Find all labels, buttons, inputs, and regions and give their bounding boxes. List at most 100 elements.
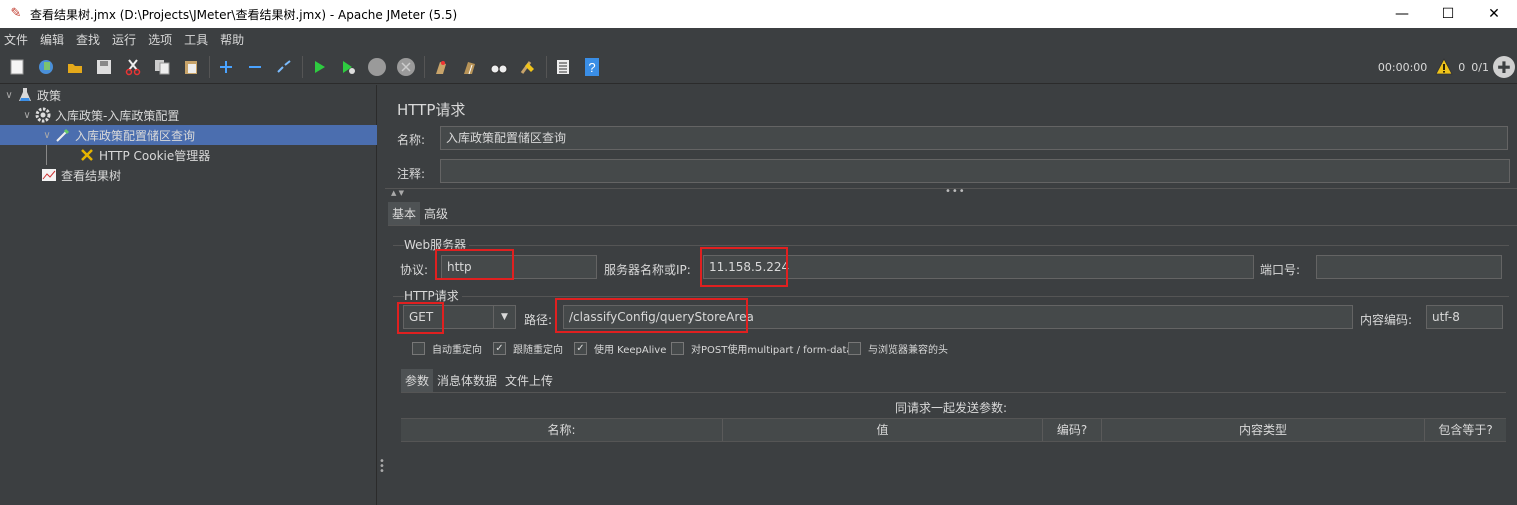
- minimize-button[interactable]: —: [1379, 0, 1425, 28]
- toolbar: ? 00:00:00 0 0/1 ✚: [0, 50, 1517, 84]
- toolbar-separator: [209, 55, 210, 78]
- http-request-group-border: [393, 296, 1509, 297]
- save-icon[interactable]: [93, 56, 115, 78]
- toggle-icon[interactable]: [273, 56, 295, 78]
- tab-body-data[interactable]: 消息体数据: [433, 369, 501, 392]
- copy-icon[interactable]: [151, 56, 173, 78]
- menu-search[interactable]: 查找: [76, 31, 107, 48]
- protocol-label: 协议:: [400, 263, 429, 277]
- tab-files-upload[interactable]: 文件上传: [501, 369, 557, 392]
- server-label: 服务器名称或IP:: [604, 263, 691, 277]
- comment-field[interactable]: [440, 159, 1510, 183]
- checkbox-box[interactable]: [671, 342, 684, 355]
- encoding-field[interactable]: utf-8: [1426, 305, 1503, 329]
- maximize-button[interactable]: ☐: [1425, 0, 1471, 28]
- tree-item-http-sampler[interactable]: ∨ 入库政策配置储区查询: [0, 125, 377, 145]
- clear-all-icon[interactable]: [459, 56, 481, 78]
- encoding-label: 内容编码:: [1360, 313, 1413, 327]
- port-label: 端口号:: [1260, 263, 1301, 277]
- auto-redirect-checkbox[interactable]: 自动重定向: [412, 341, 482, 356]
- checkbox-box[interactable]: [412, 342, 425, 355]
- warning-count: 0: [1458, 60, 1466, 74]
- menu-options[interactable]: 选项: [148, 31, 179, 48]
- shutdown-icon[interactable]: [395, 56, 417, 78]
- http-request-panel: HTTP请求 名称: 入库政策配置储区查询 注释: ▲ ▼ ••• 基本 高级 …: [385, 85, 1517, 505]
- open-icon[interactable]: [64, 56, 86, 78]
- sub-tab-divider: [401, 392, 1506, 393]
- tab-parameters[interactable]: 参数: [401, 369, 434, 392]
- checkbox-box[interactable]: [848, 342, 861, 355]
- column-header-name[interactable]: 名称:: [401, 419, 723, 441]
- tab-basic[interactable]: 基本: [388, 202, 421, 225]
- web-server-group-border: [393, 245, 1509, 246]
- chevron-down-icon[interactable]: ∨: [20, 110, 34, 121]
- warning-icon[interactable]: [1435, 58, 1453, 76]
- column-header-value[interactable]: 值: [723, 419, 1043, 441]
- config-tabs: 基本 高级: [388, 202, 452, 225]
- menu-file[interactable]: 文件: [4, 31, 35, 48]
- port-field[interactable]: [1316, 255, 1502, 279]
- method-highlight: [397, 302, 444, 334]
- tree-connector-line: [46, 145, 47, 165]
- panel-splitter[interactable]: • • •: [378, 85, 385, 505]
- start-icon[interactable]: [308, 56, 330, 78]
- jmeter-feather-icon: ✎: [10, 6, 22, 21]
- chevron-down-icon[interactable]: ∨: [40, 130, 54, 141]
- reset-search-icon[interactable]: [517, 56, 539, 78]
- cut-icon[interactable]: [122, 56, 144, 78]
- tree-item-test-plan[interactable]: ∨ 政策: [2, 85, 61, 105]
- test-plan-tree: ∨ 政策 ∨ 入库政策-入库政策配置 ∨ 入库政策配置储区查询 HTTP Coo…: [0, 85, 377, 505]
- name-label: 名称:: [397, 133, 426, 147]
- menu-run[interactable]: 运行: [112, 31, 143, 48]
- tree-item-thread-group[interactable]: ∨ 入库政策-入库政策配置: [20, 105, 179, 125]
- function-helper-icon[interactable]: [552, 56, 574, 78]
- multipart-checkbox[interactable]: 对POST使用multipart / form-data: [671, 341, 853, 356]
- panel-title: HTTP请求: [397, 101, 466, 119]
- menu-tools[interactable]: 工具: [184, 31, 215, 48]
- chevron-down-icon[interactable]: ▼: [493, 306, 515, 328]
- menu-help[interactable]: 帮助: [220, 31, 251, 48]
- expand-icon[interactable]: [215, 56, 237, 78]
- search-icon[interactable]: [488, 56, 510, 78]
- close-button[interactable]: ✕: [1471, 0, 1517, 28]
- title-bar: ✎ 查看结果树.jmx (D:\Projects\JMeter\查看结果树.jm…: [0, 0, 1517, 28]
- path-label: 路径:: [524, 313, 553, 327]
- toolbar-separator: [424, 55, 425, 78]
- column-header-encode[interactable]: 编码?: [1043, 419, 1102, 441]
- tree-item-results-tree[interactable]: 查看结果树: [40, 165, 121, 185]
- tab-advanced[interactable]: 高级: [420, 202, 452, 225]
- collapse-arrows-icon[interactable]: ▲ ▼: [391, 189, 404, 197]
- toolbar-separator: [302, 55, 303, 78]
- chart-icon: [40, 166, 58, 184]
- menu-edit[interactable]: 编辑: [40, 31, 71, 48]
- stop-icon[interactable]: [366, 56, 388, 78]
- name-field[interactable]: 入库政策配置储区查询: [440, 126, 1508, 150]
- templates-icon[interactable]: [35, 56, 57, 78]
- paste-icon[interactable]: [180, 56, 202, 78]
- active-threads: 0/1: [1471, 60, 1489, 74]
- elapsed-time: 00:00:00: [1377, 60, 1428, 74]
- tree-item-cookie-manager[interactable]: HTTP Cookie管理器: [78, 145, 210, 165]
- column-header-content-type[interactable]: 内容类型: [1102, 419, 1425, 441]
- new-icon[interactable]: [6, 56, 28, 78]
- checkmark-icon[interactable]: ✓: [574, 342, 587, 355]
- body-tabs: 参数 消息体数据 文件上传: [401, 369, 557, 392]
- chevron-down-icon[interactable]: ∨: [2, 90, 16, 101]
- browser-headers-checkbox[interactable]: 与浏览器兼容的头: [848, 341, 948, 356]
- divider-grip[interactable]: •••: [945, 186, 966, 197]
- collapse-icon[interactable]: [244, 56, 266, 78]
- checkmark-icon[interactable]: ✓: [493, 342, 506, 355]
- pipette-icon: [54, 126, 72, 144]
- follow-redirect-checkbox[interactable]: ✓ 跟随重定向: [493, 341, 563, 356]
- remote-globe-icon[interactable]: ✚: [1493, 56, 1515, 78]
- collapsible-divider[interactable]: ▲ ▼ •••: [385, 186, 1517, 197]
- clear-icon[interactable]: [430, 56, 452, 78]
- svg-text:?: ?: [588, 60, 595, 75]
- start-no-pause-icon[interactable]: [337, 56, 359, 78]
- column-header-include-equals[interactable]: 包含等于?: [1425, 419, 1506, 441]
- keepalive-checkbox[interactable]: ✓ 使用 KeepAlive: [574, 341, 666, 356]
- path-highlight: [555, 298, 748, 333]
- help-icon[interactable]: ?: [581, 56, 603, 78]
- comment-label: 注释:: [397, 167, 426, 181]
- protocol-highlight: [435, 249, 514, 280]
